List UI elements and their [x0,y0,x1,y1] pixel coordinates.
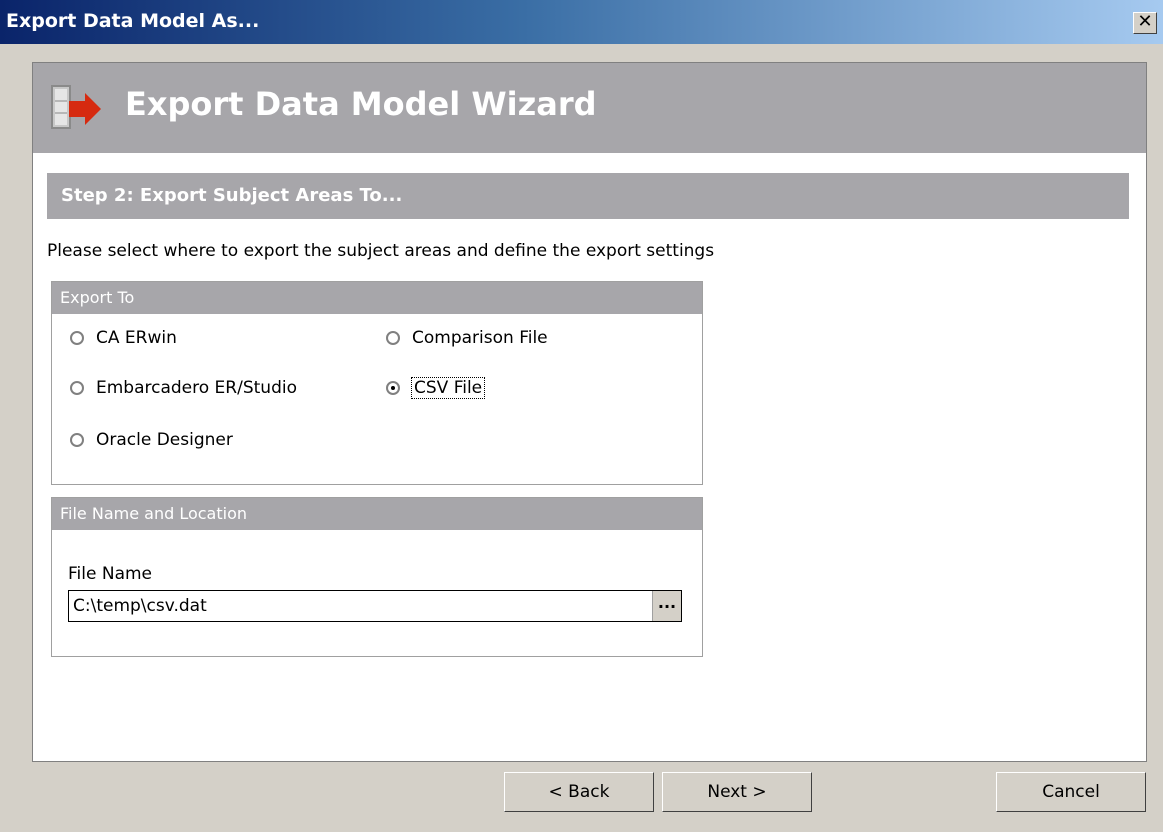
next-button[interactable]: Next > [662,772,812,812]
radio-embarcadero[interactable]: Embarcadero ER/Studio [70,378,297,398]
radio-comparison-file[interactable]: Comparison File [386,328,548,348]
radio-csv-file[interactable]: CSV File [386,377,486,399]
step-description: Please select where to export the subjec… [47,241,715,261]
radio-oracle-designer[interactable]: Oracle Designer [70,430,233,450]
window-title: Export Data Model As... [6,10,260,32]
browse-button[interactable]: ... [652,591,681,621]
step-title: Step 2: Export Subject Areas To... [61,185,403,206]
export-to-heading: Export To [52,282,702,314]
close-button[interactable]: ✕ [1133,12,1157,34]
wizard-header: Export Data Model Wizard [33,63,1146,153]
export-to-group: Export To CA ERwin Comparison File Embar… [51,281,703,485]
file-name-input[interactable]: C:\temp\csv.dat ... [68,590,682,622]
step-header: Step 2: Export Subject Areas To... [47,173,1129,219]
radio-selected-icon [386,381,400,395]
file-location-heading: File Name and Location [52,498,702,530]
file-name-value: C:\temp\csv.dat [73,596,207,616]
radio-icon [70,381,84,395]
radio-label: Embarcadero ER/Studio [96,378,297,398]
radio-label: Oracle Designer [96,430,233,450]
radio-label: CSV File [410,377,486,399]
wizard-title: Export Data Model Wizard [125,85,597,123]
radio-icon [386,331,400,345]
radio-ca-erwin[interactable]: CA ERwin [70,328,177,348]
back-button[interactable]: < Back [504,772,654,812]
radio-icon [70,433,84,447]
file-location-group: File Name and Location File Name C:\temp… [51,497,703,657]
database-export-icon [51,85,101,129]
radio-icon [70,331,84,345]
cancel-button[interactable]: Cancel [996,772,1146,812]
wizard-panel: Export Data Model Wizard Step 2: Export … [32,62,1147,762]
radio-label: Comparison File [412,328,548,348]
radio-label: CA ERwin [96,328,177,348]
title-bar: Export Data Model As... ✕ [0,0,1163,44]
close-icon: ✕ [1137,11,1153,32]
file-name-label: File Name [68,564,153,584]
